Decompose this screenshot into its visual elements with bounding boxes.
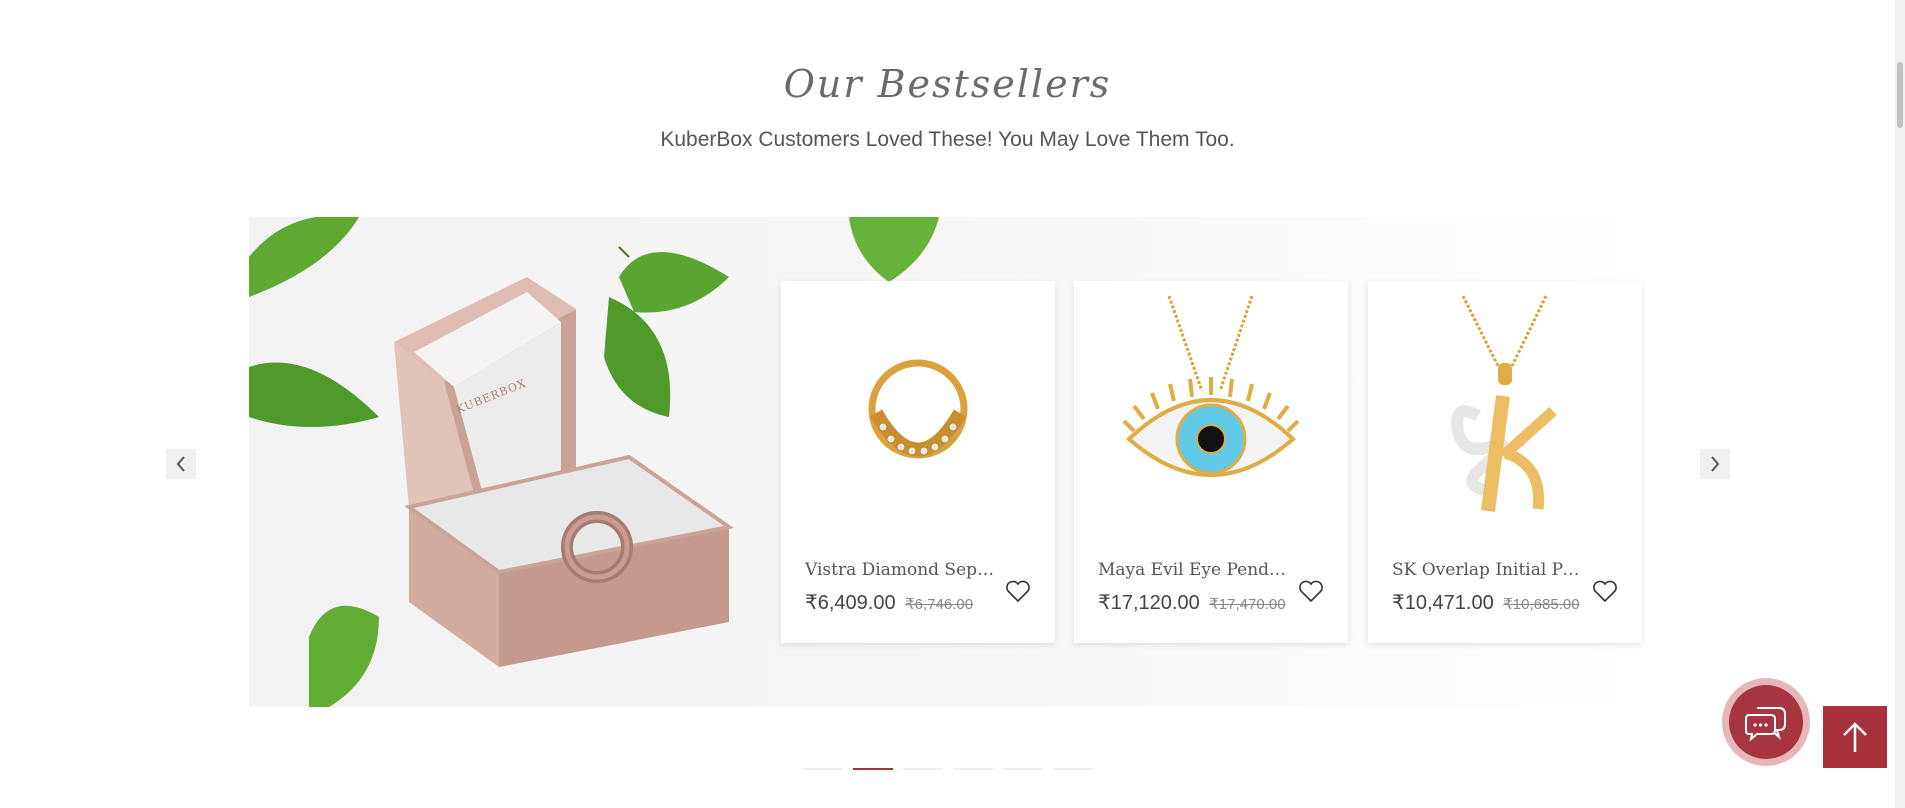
arrow-up-icon	[1843, 722, 1867, 752]
original-price: ₹10,685.00	[1503, 596, 1580, 613]
heart-icon[interactable]	[1004, 577, 1032, 605]
carousel-dot[interactable]	[953, 768, 993, 770]
sale-price: ₹17,120.00	[1098, 592, 1200, 614]
heart-icon[interactable]	[1591, 577, 1619, 605]
carousel-dot-active[interactable]	[853, 768, 893, 770]
carousel-dot[interactable]	[1053, 768, 1093, 770]
product-name[interactable]: SK Overlap Initial Pen...	[1392, 560, 1582, 580]
sale-price: ₹10,471.00	[1392, 592, 1494, 614]
product-card[interactable]: Maya Evil Eye Pendant ₹17,120.00 ₹17,470…	[1074, 281, 1348, 643]
carousel-prev-button[interactable]	[166, 449, 196, 479]
chat-button[interactable]	[1722, 678, 1810, 766]
heart-icon[interactable]	[1297, 577, 1325, 605]
scrollbar-thumb[interactable]	[1897, 62, 1903, 128]
product-card[interactable]: SK Overlap Initial Pen... ₹10,471.00 ₹10…	[1368, 281, 1642, 643]
carousel-pagination	[803, 768, 1093, 770]
product-name[interactable]: Vistra Diamond Septu...	[805, 560, 995, 580]
back-to-top-button[interactable]	[1823, 706, 1887, 768]
product-card[interactable]: Vistra Diamond Septu... ₹6,409.00 ₹6,746…	[781, 281, 1055, 643]
product-image-septum-ring[interactable]	[781, 281, 1055, 541]
original-price: ₹6,746.00	[905, 596, 974, 613]
product-price: ₹6,409.00 ₹6,746.00	[805, 590, 973, 615]
sale-price: ₹6,409.00	[805, 592, 896, 614]
product-price: ₹17,120.00 ₹17,470.00	[1098, 590, 1286, 615]
chat-button-inner	[1729, 685, 1803, 759]
chat-bubbles-icon	[1745, 707, 1786, 742]
chevron-left-icon	[176, 456, 185, 472]
carousel-dot[interactable]	[803, 768, 843, 770]
page-scrollbar[interactable]	[1895, 0, 1905, 808]
product-image-evil-eye-pendant[interactable]	[1074, 281, 1348, 541]
carousel-next-button[interactable]	[1700, 449, 1730, 479]
product-price: ₹10,471.00 ₹10,685.00	[1392, 590, 1580, 615]
product-image-sk-initial-pendant[interactable]	[1368, 281, 1642, 541]
section-title: Our Bestsellers	[783, 62, 1112, 106]
section-subtitle: KuberBox Customers Loved These! You May …	[660, 128, 1235, 151]
chevron-right-icon	[1711, 456, 1720, 472]
original-price: ₹17,470.00	[1209, 596, 1286, 613]
carousel-dot[interactable]	[903, 768, 943, 770]
product-name[interactable]: Maya Evil Eye Pendant	[1098, 560, 1288, 580]
carousel-dot[interactable]	[1003, 768, 1043, 770]
